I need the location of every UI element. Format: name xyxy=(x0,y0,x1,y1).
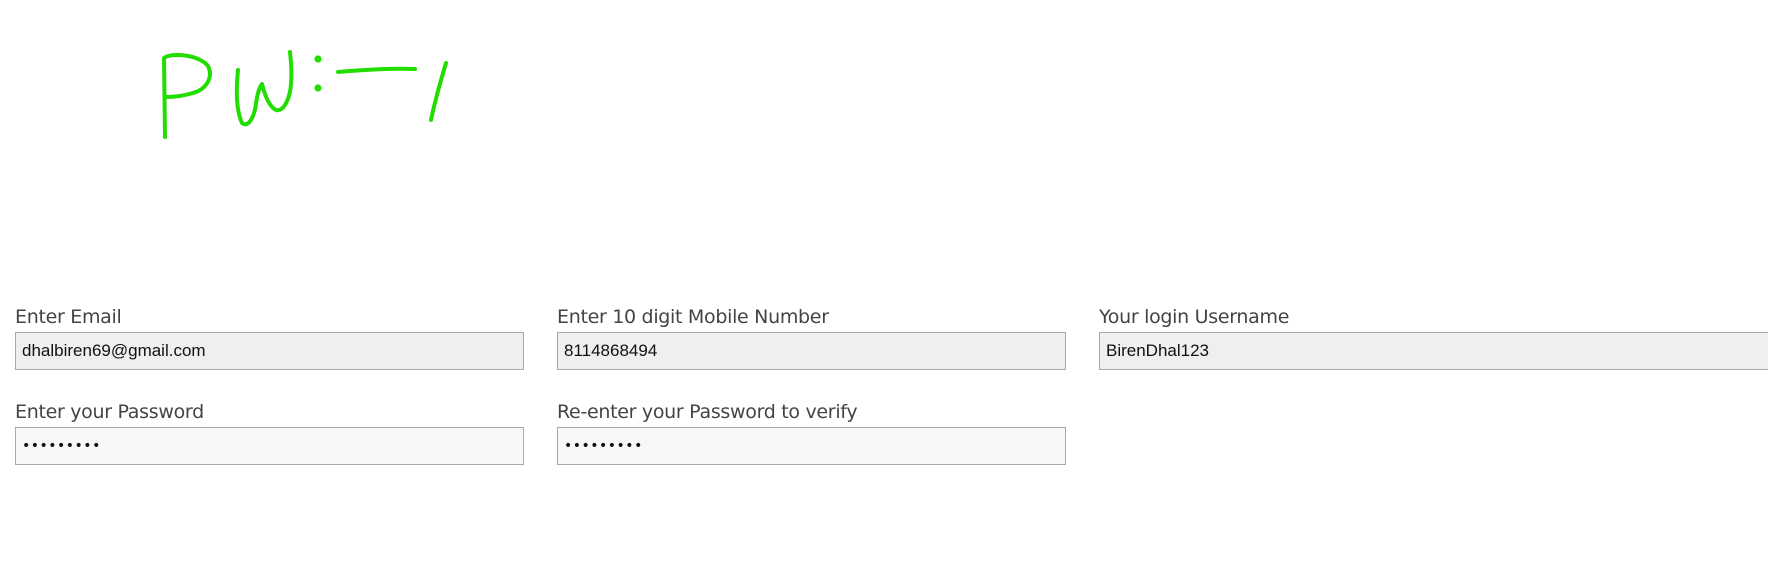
password-label: Enter your Password xyxy=(15,401,204,423)
registration-form: Enter Email Enter 10 digit Mobile Number… xyxy=(0,0,1768,583)
email-field-group: Enter Email xyxy=(15,306,524,370)
username-field-group: Your login Username xyxy=(1099,306,1768,370)
password-confirm-field-group: Re-enter your Password to verify xyxy=(557,401,1066,465)
mobile-label: Enter 10 digit Mobile Number xyxy=(557,306,829,328)
password-confirm-input[interactable] xyxy=(557,427,1066,465)
username-label: Your login Username xyxy=(1099,306,1290,328)
password-input[interactable] xyxy=(15,427,524,465)
email-label: Enter Email xyxy=(15,306,122,328)
password-field-group: Enter your Password xyxy=(15,401,524,465)
email-input[interactable] xyxy=(15,332,524,370)
mobile-field-group: Enter 10 digit Mobile Number xyxy=(557,306,1066,370)
password-confirm-label: Re-enter your Password to verify xyxy=(557,401,858,423)
mobile-input[interactable] xyxy=(557,332,1066,370)
username-input[interactable] xyxy=(1099,332,1768,370)
